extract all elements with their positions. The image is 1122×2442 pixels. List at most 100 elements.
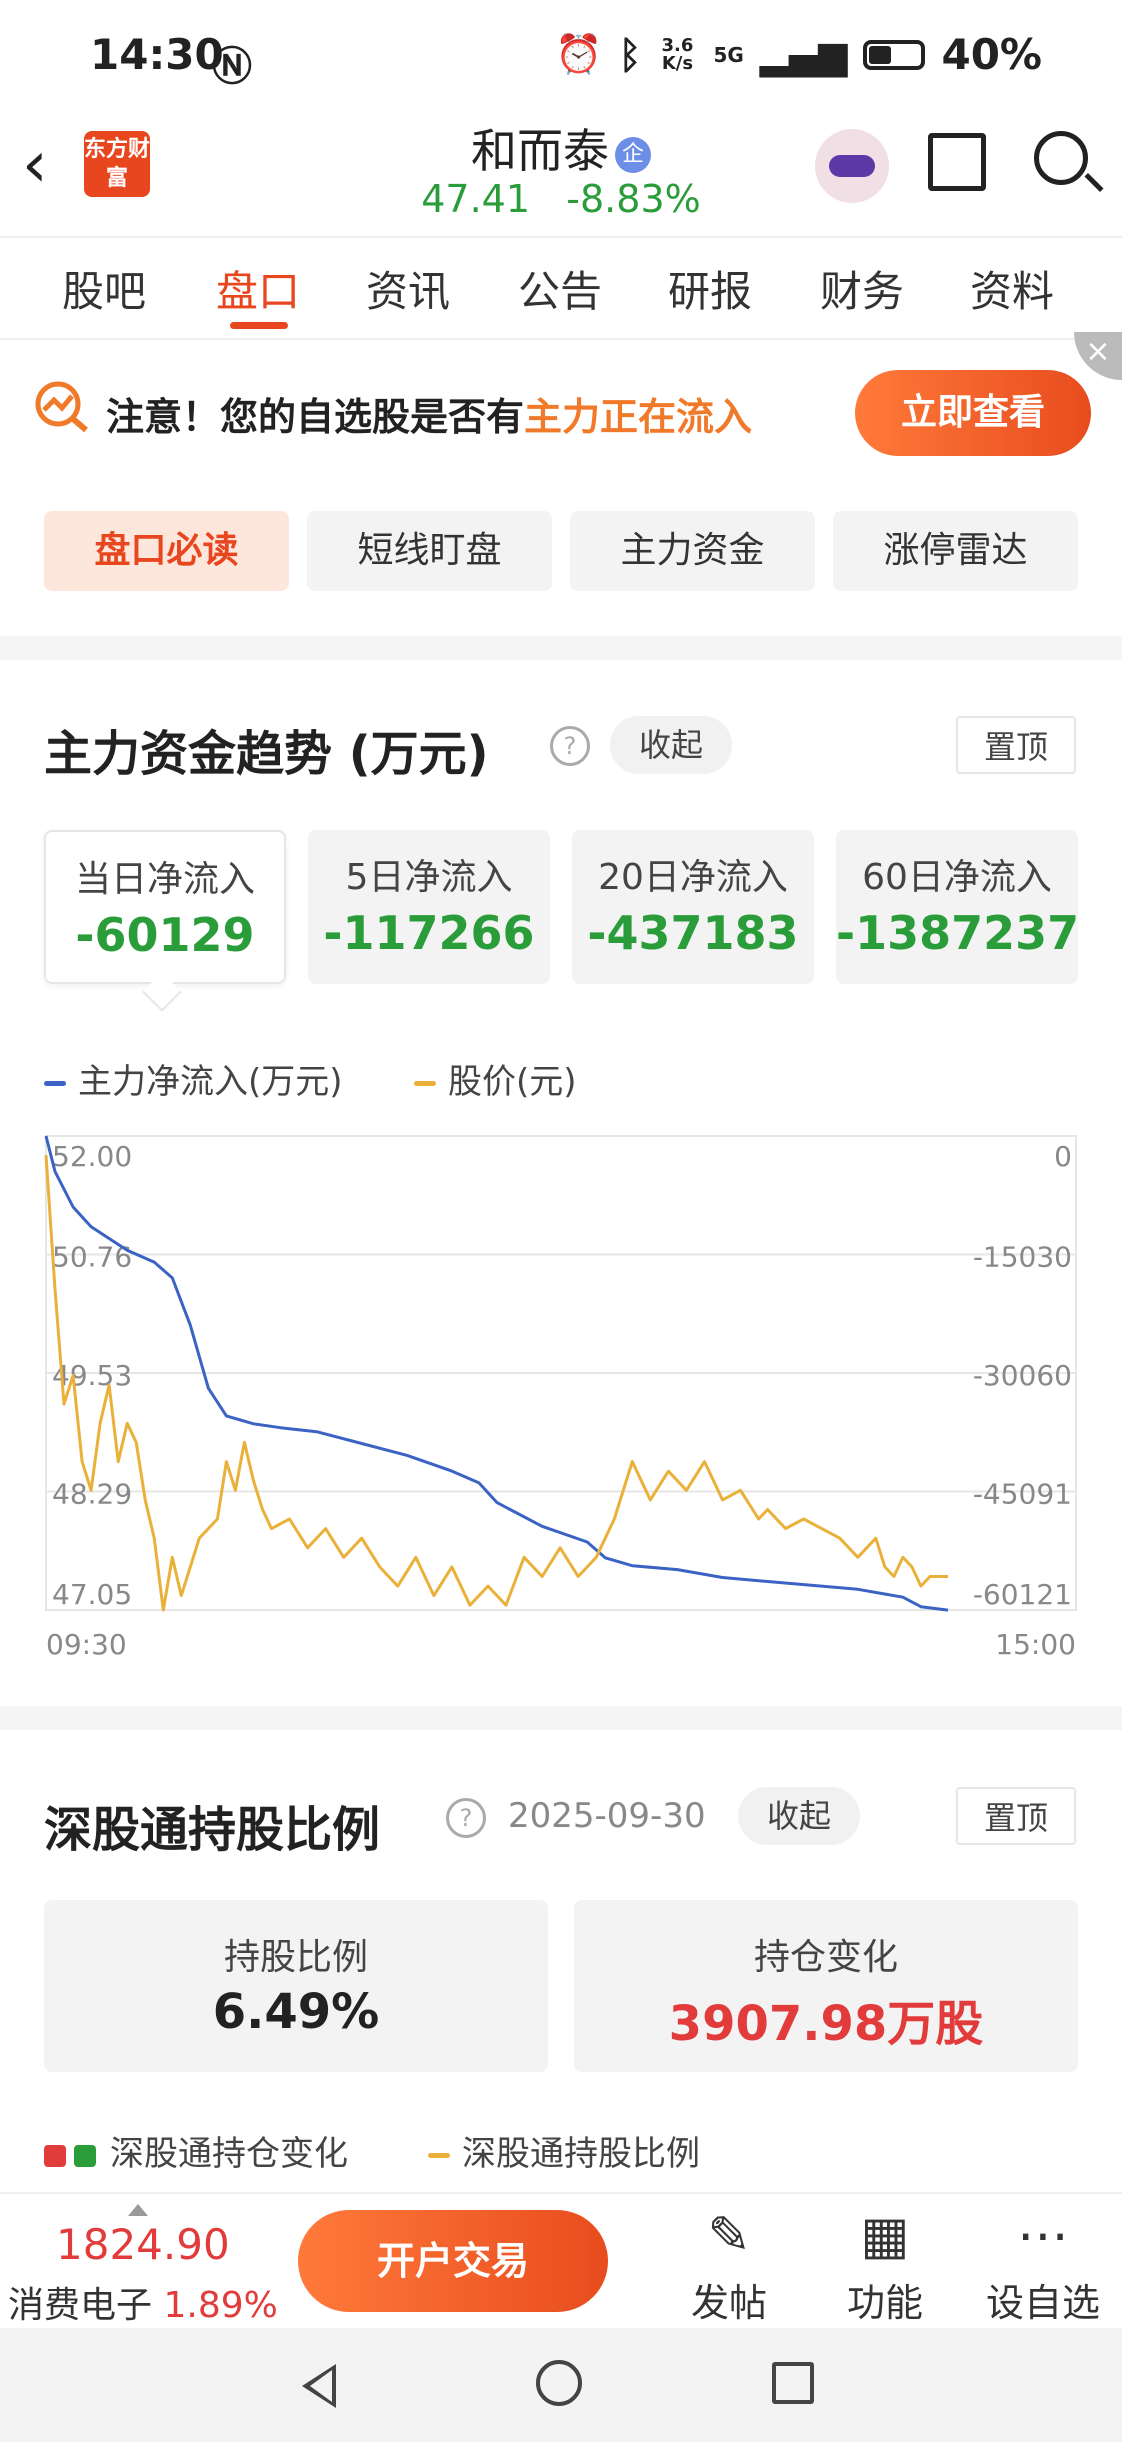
collapse-button[interactable]: 收起 xyxy=(738,1787,860,1845)
stock-header: ‹ 东方财富 和而泰企 47.41 -8.83% xyxy=(0,115,1122,235)
status-bar: 14:30 Ⓝ ⏰ ᛒ 3.6 K/s 5G ▂▄▆ 40% xyxy=(0,0,1122,115)
chip-short-term[interactable]: 短线盯盘 xyxy=(307,511,552,591)
legend-swatch xyxy=(414,1081,436,1086)
holding-ratio-label: 持股比例 xyxy=(223,1937,368,1978)
active-tab-indicator xyxy=(230,322,288,329)
x-tick-label: 15:00 xyxy=(995,1628,1076,1661)
holding-ratio-value: 6.49% xyxy=(212,1984,380,2040)
section-divider xyxy=(0,1706,1122,1730)
expand-up-icon[interactable] xyxy=(128,2204,148,2216)
more-icon: ⋯ xyxy=(1017,2206,1069,2266)
stock-price: 47.41 xyxy=(421,177,531,221)
legend-swatch-green xyxy=(74,2144,96,2167)
fund-flow-chart: 52.00 050.76 -1503049.53 -3006048.29 -450914… xyxy=(44,1135,1077,1661)
position-change-card: 持仓变化 3907.98万股 xyxy=(574,1900,1078,2072)
legend-net-inflow: 主力净流入(万元) xyxy=(44,1054,343,1103)
chip-must-read[interactable]: 盘口必读 xyxy=(44,511,289,591)
section-divider xyxy=(0,636,1122,660)
hk-connect-title: 深股通持股比例 xyxy=(44,1802,381,1858)
tab-announcements[interactable]: 公告 xyxy=(518,258,602,319)
battery-level: 40% xyxy=(941,30,1042,79)
chip-limit-radar[interactable]: 涨停雷达 xyxy=(833,511,1078,591)
enterprise-badge: 企 xyxy=(615,136,651,173)
share-icon[interactable] xyxy=(928,133,986,191)
legend-label: 股价(元) xyxy=(448,1062,577,1102)
right-tick-label: 0 xyxy=(1054,1140,1072,1173)
flow-card-label: 60日净流入 xyxy=(862,857,1052,898)
notice-text-main: 注意！您的自选股是否有 xyxy=(106,395,525,439)
flow-card-value: -1387237 xyxy=(836,906,1080,960)
hk-connect-date: 2025-09-30 xyxy=(508,1796,706,1836)
bluetooth-icon: ᛒ xyxy=(618,32,642,77)
post-button[interactable]: ✎ 发帖 xyxy=(664,2204,794,2327)
nav-back-icon[interactable] xyxy=(302,2364,336,2408)
network-label: 5G xyxy=(713,42,744,67)
nav-home-icon[interactable] xyxy=(536,2360,582,2406)
sector-index-name[interactable]: 消费电子 1.89% xyxy=(8,2276,278,2328)
stock-change-pct: -8.83% xyxy=(566,177,701,221)
pin-top-button[interactable]: 置顶 xyxy=(956,1787,1076,1845)
battery-icon xyxy=(863,39,926,70)
legend-price: 股价(元) xyxy=(414,1054,577,1103)
functions-label: 功能 xyxy=(846,2281,923,2325)
left-tick-label: 47.05 xyxy=(52,1578,132,1611)
flow-card-60d[interactable]: 60日净流入 -1387237 xyxy=(836,830,1080,984)
sector-pct: 1.89% xyxy=(163,2285,278,2326)
x-tick-label: 09:30 xyxy=(46,1628,127,1661)
price-line xyxy=(44,1155,948,1612)
flow-card-20d[interactable]: 20日净流入 -437183 xyxy=(572,830,814,984)
flow-card-label: 5日净流入 xyxy=(345,857,513,898)
tab-guba[interactable]: 股吧 xyxy=(62,258,146,319)
assistant-avatar[interactable] xyxy=(815,129,889,203)
right-tick-label: -45091 xyxy=(973,1478,1072,1511)
notice-text: 注意！您的自选股是否有主力正在流入 xyxy=(106,386,752,441)
status-time: 14:30 xyxy=(90,30,224,79)
edit-icon: ✎ xyxy=(707,2206,751,2266)
grid-icon: ▦ xyxy=(860,2206,910,2266)
flow-card-today[interactable]: 当日净流入 -60129 xyxy=(44,830,286,984)
functions-button[interactable]: ▦ 功能 xyxy=(820,2204,950,2327)
right-tick-label: -15030 xyxy=(973,1241,1072,1274)
legend-swatch xyxy=(44,1081,66,1086)
tab-finance[interactable]: 财务 xyxy=(820,258,904,319)
view-now-button[interactable]: 立即查看 xyxy=(855,370,1091,456)
legend-label: 深股通持仓变化 xyxy=(110,2134,348,2174)
add-watchlist-button[interactable]: ⋯ 设自选 xyxy=(978,2204,1108,2327)
help-icon[interactable]: ? xyxy=(446,1798,486,1838)
net-speed: 3.6 K/s xyxy=(661,34,694,74)
status-icons: ⏰ ᛒ 3.6 K/s 5G ▂▄▆ 40% xyxy=(555,30,1042,79)
tab-news[interactable]: 资讯 xyxy=(366,258,450,319)
right-tick-label: -60121 xyxy=(973,1578,1072,1611)
flow-card-label: 20日净流入 xyxy=(598,857,788,898)
chip-main-funds[interactable]: 主力资金 xyxy=(570,511,815,591)
nfc-icon: Ⓝ xyxy=(212,44,252,90)
search-icon[interactable] xyxy=(1034,131,1088,185)
sector-index-value[interactable]: 1824.90 xyxy=(56,2220,230,2269)
notice-text-highlight: 主力正在流入 xyxy=(524,395,753,439)
legend-label: 主力净流入(万元) xyxy=(78,1062,343,1102)
open-account-trade-button[interactable]: 开户交易 xyxy=(298,2210,608,2312)
flow-card-label: 当日净流入 xyxy=(74,859,255,900)
legend-position-change: 深股通持仓变化 xyxy=(44,2126,348,2175)
help-icon[interactable]: ? xyxy=(550,726,590,766)
stock-name-text: 和而泰 xyxy=(471,124,609,178)
alarm-icon: ⏰ xyxy=(555,32,603,76)
position-change-label: 持仓变化 xyxy=(753,1937,898,1978)
collapse-button[interactable]: 收起 xyxy=(610,716,732,774)
add-watchlist-label: 设自选 xyxy=(985,2281,1100,2325)
flow-card-5d[interactable]: 5日净流入 -117266 xyxy=(308,830,550,984)
left-tick-label: 52.00 xyxy=(52,1140,132,1173)
signal-icon: ▂▄▆ xyxy=(759,32,848,77)
holding-ratio-card: 持股比例 6.49% xyxy=(44,1900,548,2072)
tab-research[interactable]: 研报 xyxy=(668,258,752,319)
pin-top-button[interactable]: 置顶 xyxy=(956,716,1076,774)
system-nav-bar xyxy=(0,2328,1122,2442)
tab-pankou[interactable]: 盘口 xyxy=(216,258,300,319)
fund-trend-title: 主力资金趋势 (万元) xyxy=(44,726,489,782)
legend-label: 深股通持股比例 xyxy=(462,2134,700,2174)
legend-holding-ratio: 深股通持股比例 xyxy=(428,2126,700,2175)
tab-profile[interactable]: 资料 xyxy=(970,258,1054,319)
stock-tabs: 股吧 盘口 资讯 公告 研报 财务 资料 xyxy=(0,236,1122,340)
nav-recent-icon[interactable] xyxy=(772,2362,814,2404)
notice-banner: 注意！您的自选股是否有主力正在流入 立即查看 xyxy=(0,338,1122,488)
